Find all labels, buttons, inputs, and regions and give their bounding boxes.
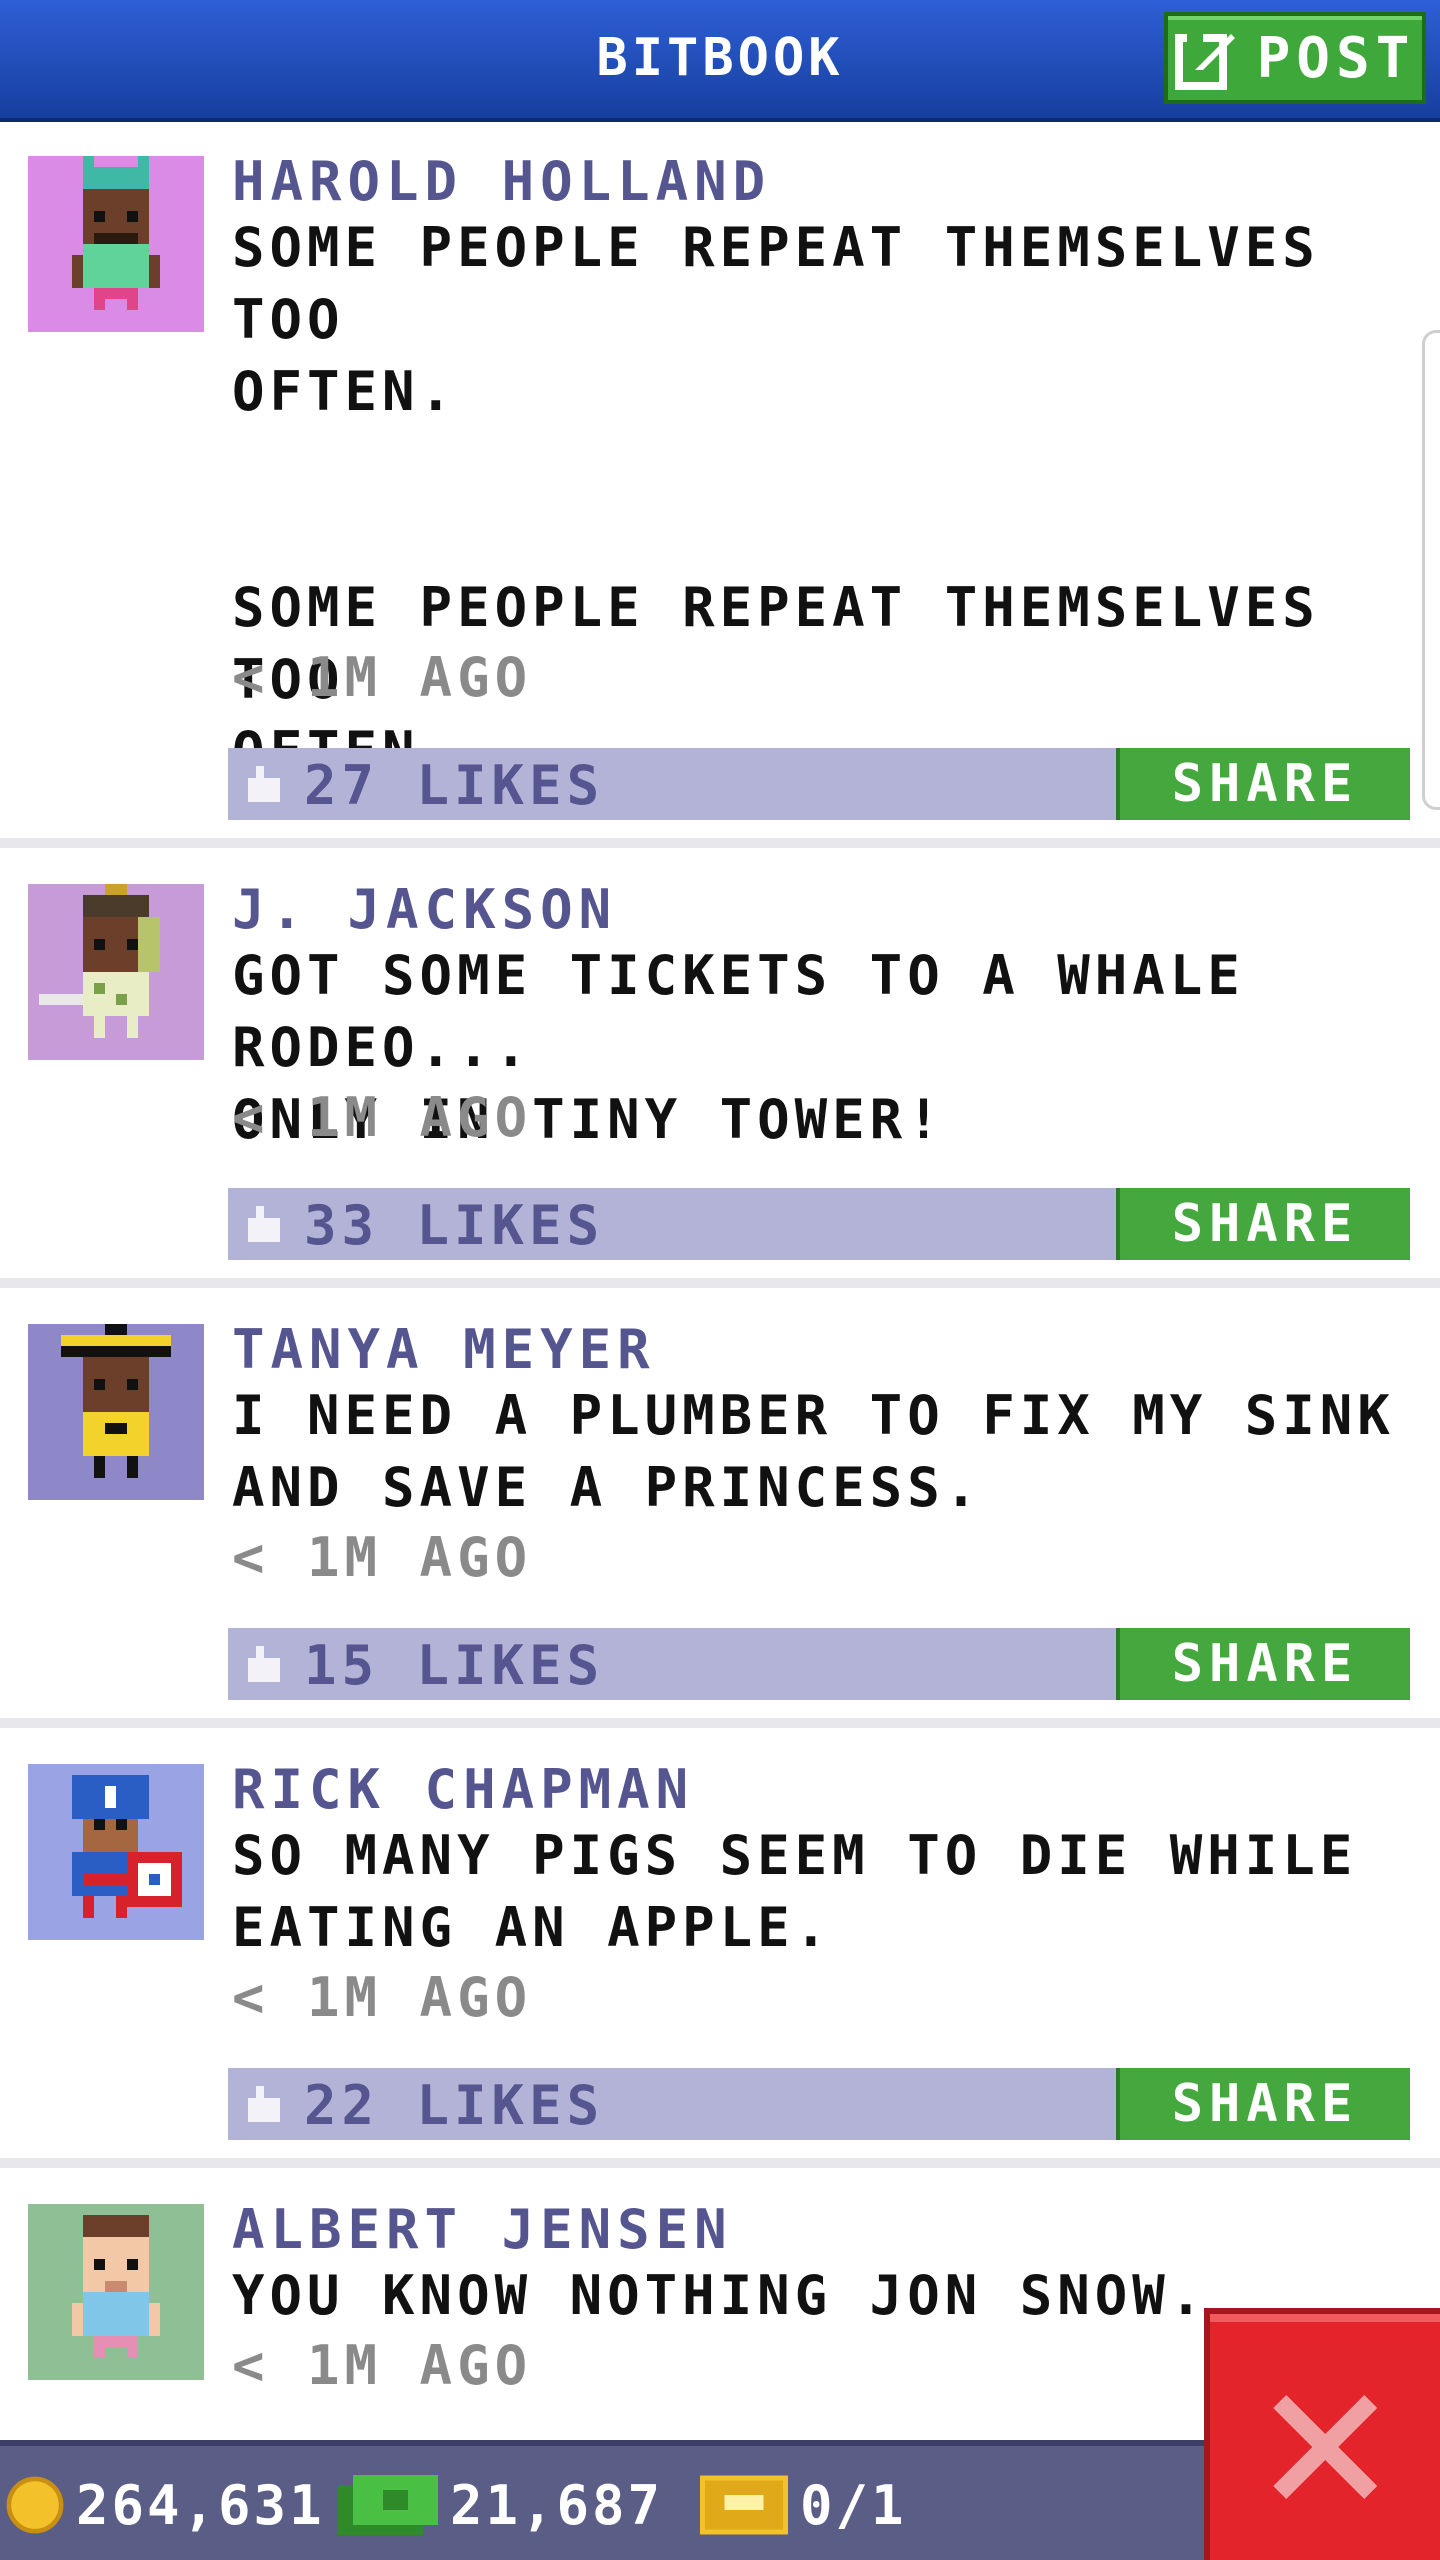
avatar-image xyxy=(28,156,204,332)
compose-icon xyxy=(1174,30,1235,90)
avatar[interactable] xyxy=(28,1764,204,1940)
post-divider xyxy=(0,838,1440,848)
post-divider xyxy=(0,1278,1440,1288)
avatar[interactable] xyxy=(28,1324,204,1500)
like-icon[interactable] xyxy=(244,2086,284,2126)
post-time: < 1M AGO xyxy=(232,1086,533,1149)
avatar[interactable] xyxy=(28,156,204,332)
avatar-image xyxy=(28,1764,204,1940)
author-name[interactable]: ALBERT JENSEN xyxy=(232,2198,733,2261)
post-time: < 1M AGO xyxy=(232,1966,533,2029)
likes-bar: 22 LIKES SHARE xyxy=(228,2068,1410,2140)
post-time: < 1M AGO xyxy=(232,646,533,709)
likes-bar: 33 LIKES SHARE xyxy=(228,1188,1410,1260)
post-divider xyxy=(0,2158,1440,2168)
avatar-image xyxy=(28,1324,204,1500)
like-icon[interactable] xyxy=(244,1646,284,1686)
like-icon[interactable] xyxy=(244,1206,284,1246)
share-button[interactable]: SHARE xyxy=(1116,748,1410,820)
post-button[interactable]: POST xyxy=(1164,12,1426,104)
likes-count: 15 LIKES xyxy=(304,1634,605,1697)
likes-count: 33 LIKES xyxy=(304,1194,605,1257)
author-name[interactable]: J. JACKSON xyxy=(232,878,617,941)
vip-ticket-icon xyxy=(700,2475,788,2535)
likes-count: 22 LIKES xyxy=(304,2074,605,2137)
avatar-image xyxy=(28,2204,204,2380)
share-button[interactable]: SHARE xyxy=(1116,2068,1410,2140)
post-message: I NEED A PLUMBER TO FIX MY SINK AND SAVE… xyxy=(232,1384,1395,1519)
avatar[interactable] xyxy=(28,884,204,1060)
avatar[interactable] xyxy=(28,2204,204,2380)
author-name[interactable]: TANYA MEYER xyxy=(232,1318,656,1381)
share-button[interactable]: SHARE xyxy=(1116,1188,1410,1260)
app-header: BITBOOK POST xyxy=(0,0,1440,122)
post-divider xyxy=(0,1718,1440,1728)
vip-stat: 0/1 xyxy=(700,2470,907,2540)
bux-icon xyxy=(338,2475,438,2535)
post-time: < 1M AGO xyxy=(232,2334,533,2397)
post-message: SO MANY PIGS SEEM TO DIE WHILE EATING AN… xyxy=(232,1824,1358,1959)
author-name[interactable]: RICK CHAPMAN xyxy=(232,1758,694,1821)
like-icon[interactable] xyxy=(244,766,284,806)
coins-value: 264,631 xyxy=(76,2473,325,2537)
post-time: < 1M AGO xyxy=(232,1526,533,1589)
likes-bar: 15 LIKES SHARE xyxy=(228,1628,1410,1700)
close-button[interactable] xyxy=(1204,2308,1440,2560)
author-name[interactable]: HAROLD HOLLAND xyxy=(232,150,771,213)
share-button[interactable]: SHARE xyxy=(1116,1628,1410,1700)
vip-value: 0/1 xyxy=(800,2473,907,2537)
bux-value: 21,687 xyxy=(450,2473,664,2537)
likes-bar: 27 LIKES SHARE xyxy=(228,748,1410,820)
bux-stat: 21,687 xyxy=(338,2470,663,2540)
likes-count: 27 LIKES xyxy=(304,754,605,817)
coin-icon xyxy=(6,2476,64,2534)
close-icon xyxy=(1273,2395,1377,2499)
post-button-label: POST xyxy=(1256,25,1416,91)
coins-stat: 264,631 xyxy=(6,2470,325,2540)
avatar-image xyxy=(28,884,204,1060)
